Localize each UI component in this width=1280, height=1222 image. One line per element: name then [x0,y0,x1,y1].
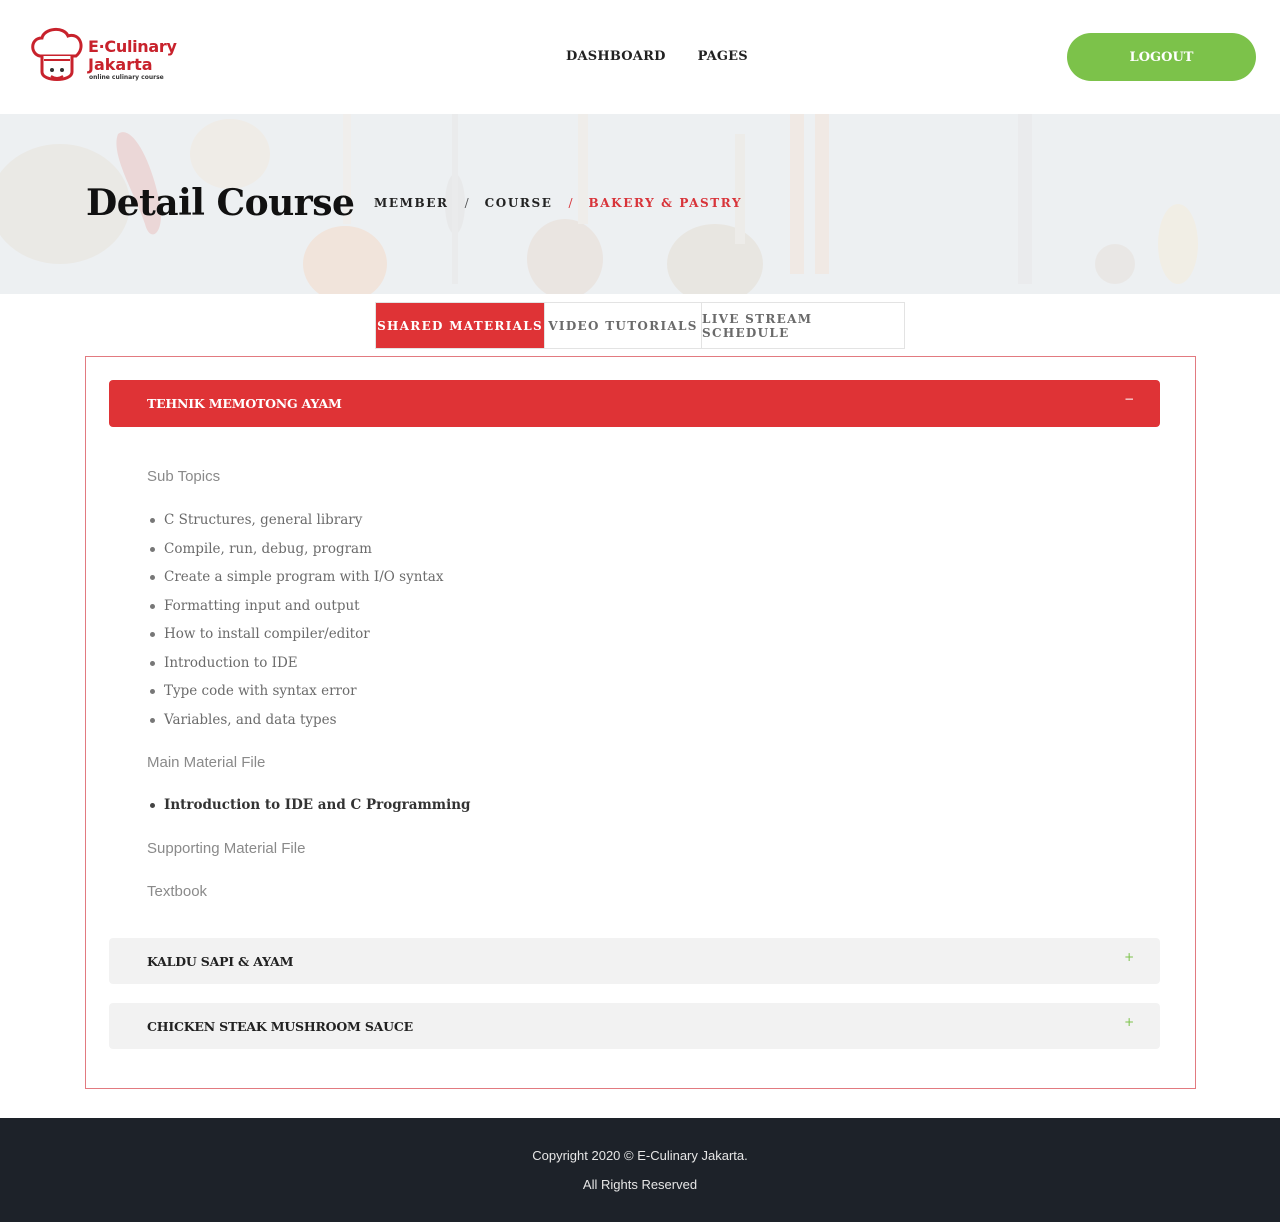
list-item: C Structures, general library [150,510,443,539]
tab-shared-materials[interactable]: SHARED MATERIALS [376,303,545,348]
list-item: Variables, and data types [150,710,443,739]
expand-icon[interactable]: + [1124,950,1134,964]
list-item: How to install compiler/editor [150,624,443,653]
breadcrumb-current: BAKERY & PASTRY [588,196,743,210]
page-hero-banner: Detail Course MEMBER / COURSE / BAKERY &… [0,114,1280,294]
site-logo[interactable]: E·Culinary Jakarta online culinary cours… [28,26,188,90]
breadcrumb-separator: / [464,196,469,210]
chef-hat-icon [31,28,83,81]
list-item: Formatting input and output [150,596,443,625]
tab-live-stream-schedule[interactable]: LIVE STREAM SCHEDULE [702,303,904,348]
logo-text-line1: E·Culinary [88,37,177,56]
footer-rights: All Rights Reserved [582,1177,698,1192]
nav-pages[interactable]: PAGES [698,49,748,64]
sub-topics-label: Sub Topics [147,468,221,485]
nav-dashboard[interactable]: DASHBOARD [566,49,666,64]
logo-text-line2: Jakarta [88,55,153,74]
list-item: Create a simple program with I/O syntax [150,567,443,596]
accordion-title: CHICKEN STEAK MUSHROOM SAUCE [147,1018,413,1034]
site-header: E·Culinary Jakarta online culinary cours… [0,0,1280,114]
tab-video-tutorials[interactable]: VIDEO TUTORIALS [545,303,702,348]
sub-topics-list: C Structures, general library Compile, r… [150,510,443,738]
breadcrumb-course[interactable]: COURSE [485,196,553,210]
course-tabs: SHARED MATERIALS VIDEO TUTORIALS LIVE ST… [375,302,905,349]
main-material-file-link[interactable]: Introduction to IDE and C Programming [150,795,470,824]
list-item: Introduction to IDE [150,653,443,682]
site-footer: Copyright 2020 © E-Culinary Jakarta. All… [0,1118,1280,1222]
main-material-list: Introduction to IDE and C Programming [150,795,470,824]
accordion-title: TEHNIK MEMOTONG AYAM [147,396,342,411]
logo-tagline: online culinary course [89,74,164,81]
logout-button[interactable]: LOGOUT [1067,33,1256,81]
accordion-header-tehnik-memotong-ayam[interactable]: TEHNIK MEMOTONG AYAM − [109,380,1160,427]
supporting-material-label: Supporting Material File [147,840,306,857]
breadcrumb: MEMBER / COURSE / BAKERY & PASTRY [374,196,742,210]
accordion-header-kaldu-sapi-ayam[interactable]: KALDU SAPI & AYAM + [109,938,1160,984]
page-title: Detail Course [86,182,355,224]
shared-materials-panel: TEHNIK MEMOTONG AYAM − Sub Topics C Stru… [85,356,1196,1089]
list-item: Compile, run, debug, program [150,539,443,568]
footer-copyright: Copyright 2020 © E-Culinary Jakarta. [532,1148,748,1163]
main-nav: DASHBOARD PAGES [566,49,748,64]
main-material-label: Main Material File [147,754,266,771]
expand-icon[interactable]: + [1124,1015,1134,1029]
breadcrumb-member[interactable]: MEMBER [374,196,449,210]
accordion-title: KALDU SAPI & AYAM [147,953,294,969]
textbook-label: Textbook [147,883,208,900]
accordion-header-chicken-steak-mushroom-sauce[interactable]: CHICKEN STEAK MUSHROOM SAUCE + [109,1003,1160,1049]
collapse-icon[interactable]: − [1124,392,1134,406]
breadcrumb-separator: / [568,196,573,210]
list-item: Type code with syntax error [150,681,443,710]
